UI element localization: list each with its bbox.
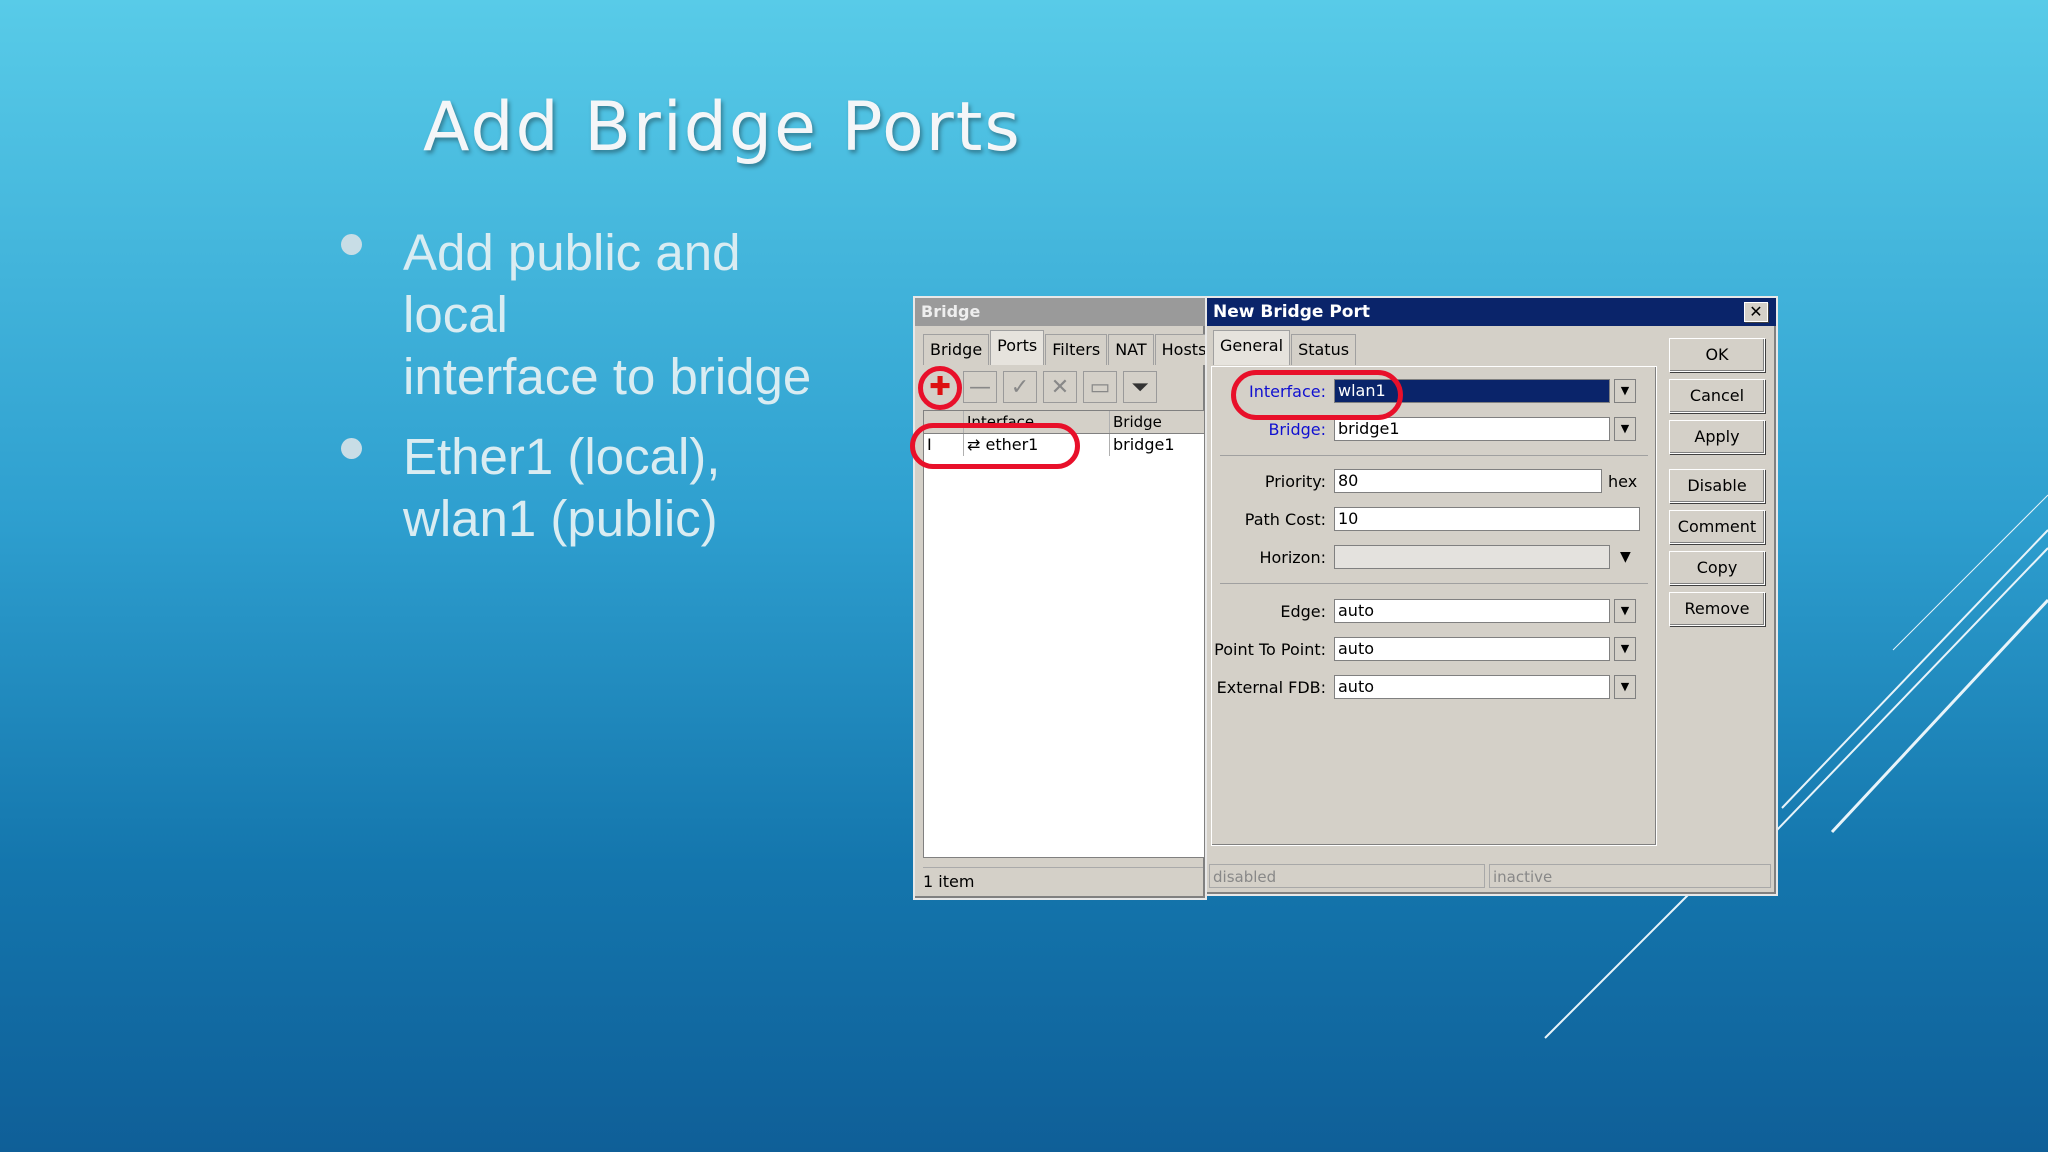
comment-button[interactable]: Comment xyxy=(1669,510,1765,544)
disable-button[interactable]: ✕ xyxy=(1043,371,1077,403)
path-cost-label: Path Cost: xyxy=(1244,509,1326,529)
chevron-down-icon[interactable]: ▼ xyxy=(1614,637,1636,661)
bridge-label: Bridge: xyxy=(1268,419,1326,439)
tab-nat[interactable]: NAT xyxy=(1108,334,1154,365)
tab-status[interactable]: Status xyxy=(1291,334,1357,365)
bullet-text: Add public and local interface to bridge xyxy=(403,224,812,405)
slide-title: Add Bridge Ports xyxy=(423,88,1022,167)
dialog-status-bar: disabled inactive xyxy=(1209,864,1771,888)
point-to-point-label: Point To Point: xyxy=(1214,639,1326,659)
horizon-label: Horizon: xyxy=(1259,547,1326,567)
point-to-point-row: Point To Point: auto ▼ xyxy=(1212,637,1636,661)
enable-icon: ✓ xyxy=(1010,374,1030,400)
close-icon[interactable]: ✕ xyxy=(1744,302,1768,322)
priority-suffix: hex xyxy=(1608,471,1638,491)
divider xyxy=(1220,583,1648,584)
apply-button[interactable]: Apply xyxy=(1669,420,1765,454)
disable-icon: ✕ xyxy=(1050,374,1070,400)
highlight-ring-interface xyxy=(1231,370,1403,420)
horizon-input[interactable] xyxy=(1334,545,1610,569)
tab-general[interactable]: General xyxy=(1213,330,1291,365)
remove-icon: — xyxy=(969,374,991,400)
external-fdb-row: External FDB: auto ▼ xyxy=(1212,675,1636,699)
ports-list: Interface Bridge I ⇄ ether1 bridge1 xyxy=(923,410,1205,858)
copy-button[interactable]: Copy xyxy=(1669,551,1765,585)
dialog-title: New Bridge Port xyxy=(1213,302,1370,322)
bullet-text: Ether1 (local), wlan1 (public) xyxy=(403,428,721,547)
point-to-point-select[interactable]: auto xyxy=(1334,637,1610,661)
status-disabled: disabled xyxy=(1209,864,1485,888)
bridge-row: Bridge: bridge1 ▼ xyxy=(1212,417,1636,441)
filter-button[interactable]: ⏷ xyxy=(1123,371,1157,403)
tab-ports[interactable]: Ports xyxy=(990,330,1045,365)
priority-input[interactable]: 80 xyxy=(1334,469,1602,493)
bridge-select[interactable]: bridge1 xyxy=(1334,417,1610,441)
path-cost-input[interactable]: 10 xyxy=(1334,507,1640,531)
bullet-list: Add public and local interface to bridge… xyxy=(336,222,856,568)
path-cost-row: Path Cost: 10 xyxy=(1212,507,1640,531)
bullet-dot-icon xyxy=(341,234,362,255)
comment-icon: ▭ xyxy=(1089,374,1111,400)
priority-label: Priority: xyxy=(1264,471,1326,491)
highlight-ring-ether1 xyxy=(910,423,1080,469)
chevron-down-icon[interactable]: ▼ xyxy=(1614,675,1636,699)
edge-select[interactable]: auto xyxy=(1334,599,1610,623)
general-panel: Interface: wlan1 ▼ Bridge: bridge1 ▼ Pri… xyxy=(1211,366,1657,846)
external-fdb-select[interactable]: auto xyxy=(1334,675,1610,699)
enable-button[interactable]: ✓ xyxy=(1003,371,1037,403)
filter-icon: ⏷ xyxy=(1131,374,1149,400)
external-fdb-label: External FDB: xyxy=(1216,677,1326,697)
highlight-ring-add xyxy=(918,366,962,410)
horizon-row: Horizon: ▼ xyxy=(1212,545,1631,569)
status-inactive: inactive xyxy=(1489,864,1771,888)
bridge-tabs: Bridge Ports Filters NAT Hosts xyxy=(923,330,1214,365)
bullet-item: Add public and local interface to bridge xyxy=(336,222,856,408)
disable-button[interactable]: Disable xyxy=(1669,469,1765,503)
tab-filters[interactable]: Filters xyxy=(1045,334,1108,365)
dialog-title-bar: New Bridge Port ✕ xyxy=(1207,298,1776,326)
remove-button[interactable]: — xyxy=(963,371,997,403)
ok-button[interactable]: OK xyxy=(1669,338,1765,372)
cancel-button[interactable]: Cancel xyxy=(1669,379,1765,413)
divider xyxy=(1220,455,1648,456)
dialog-tabs: General Status xyxy=(1213,330,1357,365)
dialog-buttons: OK Cancel Apply Disable Comment Copy Rem… xyxy=(1669,338,1765,633)
bridge-status: 1 item xyxy=(923,867,1203,896)
edge-row: Edge: auto ▼ xyxy=(1212,599,1636,623)
edge-label: Edge: xyxy=(1280,601,1326,621)
chevron-down-icon[interactable]: ▼ xyxy=(1614,417,1636,441)
bullet-dot-icon xyxy=(341,438,362,459)
chevron-down-icon[interactable]: ▼ xyxy=(1620,549,1631,565)
tab-bridge[interactable]: Bridge xyxy=(923,334,990,365)
row-bridge: bridge1 xyxy=(1113,435,1175,454)
chevron-down-icon[interactable]: ▼ xyxy=(1614,379,1636,403)
priority-row: Priority: 80 hex xyxy=(1212,469,1637,493)
column-header-bridge[interactable]: Bridge xyxy=(1110,411,1204,433)
comment-button[interactable]: ▭ xyxy=(1083,371,1117,403)
chevron-down-icon[interactable]: ▼ xyxy=(1614,599,1636,623)
bridge-window-title: Bridge xyxy=(915,298,1205,326)
remove-button[interactable]: Remove xyxy=(1669,592,1765,626)
bullet-item: Ether1 (local), wlan1 (public) xyxy=(336,426,856,550)
